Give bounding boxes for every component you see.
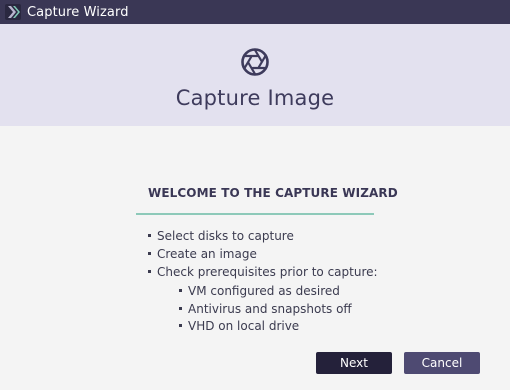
list-item: Antivirus and snapshots off	[179, 301, 352, 319]
list-item: VM configured as desired	[179, 283, 352, 301]
steps-list: Select disks to capture Create an image …	[148, 227, 378, 281]
window-title: Capture Wizard	[27, 4, 129, 20]
bullet-icon	[179, 306, 182, 310]
wizard-app-icon	[5, 4, 21, 20]
list-item: Check prerequisites prior to capture:	[148, 263, 378, 281]
prerequisite-label: VM configured as desired	[188, 284, 340, 298]
bullet-icon	[148, 270, 151, 273]
bullet-icon	[179, 289, 182, 292]
prerequisite-label: VHD on local drive	[188, 319, 300, 333]
cancel-button[interactable]: Cancel	[404, 352, 480, 374]
list-item: VHD on local drive	[179, 318, 352, 336]
next-button[interactable]: Next	[316, 352, 392, 374]
wizard-banner: Capture Image	[0, 24, 510, 126]
bullet-icon	[179, 324, 182, 327]
step-label: Select disks to capture	[157, 229, 294, 243]
wizard-content: WELCOME TO THE CAPTURE WIZARD Select dis…	[0, 126, 510, 390]
title-bar: Capture Wizard	[0, 0, 510, 24]
list-item: Select disks to capture	[148, 227, 378, 245]
step-label: Check prerequisites prior to capture:	[157, 265, 378, 279]
page-title: Capture Image	[175, 86, 335, 110]
camera-aperture-icon	[241, 48, 269, 76]
bullet-icon	[148, 234, 151, 237]
welcome-heading: WELCOME TO THE CAPTURE WIZARD	[148, 186, 398, 200]
bullet-icon	[148, 252, 151, 255]
prerequisite-label: Antivirus and snapshots off	[188, 301, 352, 316]
prerequisites-list: VM configured as desired Antivirus and s…	[179, 283, 352, 336]
heading-divider	[136, 213, 374, 215]
list-item: Create an image	[148, 245, 378, 263]
step-label: Create an image	[157, 247, 257, 261]
